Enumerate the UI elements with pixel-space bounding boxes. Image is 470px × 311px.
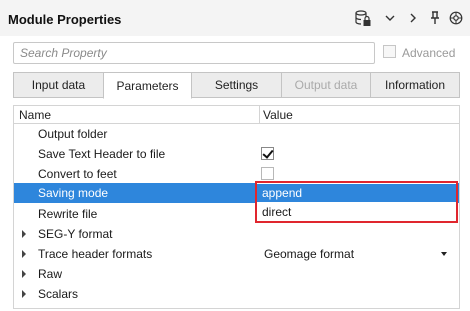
search-input[interactable] xyxy=(14,43,374,63)
property-label: SEG-Y format xyxy=(38,227,113,241)
tab-bar: Input data Parameters Settings Output da… xyxy=(13,72,461,99)
expand-arrow-icon[interactable] xyxy=(22,230,26,238)
save-text-header-checkbox[interactable] xyxy=(261,147,274,160)
tab-parameters[interactable]: Parameters xyxy=(103,72,192,99)
property-label: Saving mode xyxy=(38,186,109,200)
tab-input-data[interactable]: Input data xyxy=(13,72,104,98)
expand-arrow-icon[interactable] xyxy=(22,250,26,258)
advanced-checkbox[interactable] xyxy=(383,45,396,58)
tab-settings[interactable]: Settings xyxy=(191,72,282,98)
column-divider[interactable] xyxy=(259,106,260,123)
tab-output-data: Output data xyxy=(281,72,371,98)
convert-to-feet-checkbox[interactable] xyxy=(261,167,274,180)
property-group-raw[interactable]: Raw xyxy=(14,264,459,284)
property-row-save-text-header[interactable]: Save Text Header to file xyxy=(14,144,459,164)
property-group-trace-header-formats[interactable]: Trace header formats Geomage format xyxy=(14,244,459,264)
property-label: Output folder xyxy=(38,127,108,141)
grid-header: Name Value xyxy=(14,106,459,124)
property-label: Scalars xyxy=(38,287,79,301)
tab-information[interactable]: Information xyxy=(370,72,460,98)
chevron-right-icon[interactable] xyxy=(406,9,420,27)
column-header-value[interactable]: Value xyxy=(263,108,293,122)
expand-arrow-icon[interactable] xyxy=(22,270,26,278)
property-label: Raw xyxy=(38,267,63,281)
property-group-segy-format[interactable]: SEG-Y format xyxy=(14,224,459,244)
advanced-label: Advanced xyxy=(402,46,456,60)
option-append[interactable]: append xyxy=(257,184,456,202)
option-direct[interactable]: direct xyxy=(257,203,456,221)
expand-arrow-icon[interactable] xyxy=(22,290,26,298)
column-header-name[interactable]: Name xyxy=(19,108,51,122)
panel-header: Module Properties xyxy=(0,0,470,36)
saving-mode-dropdown: append direct xyxy=(255,181,458,223)
help-icon[interactable] xyxy=(448,9,464,27)
property-label: Convert to feet xyxy=(38,167,117,181)
property-label: Save Text Header to file xyxy=(38,147,166,161)
property-group-scalars[interactable]: Scalars xyxy=(14,284,459,304)
search-field[interactable] xyxy=(13,42,375,64)
combo-arrow-icon[interactable] xyxy=(441,252,447,256)
chevron-down-icon[interactable] xyxy=(383,9,397,27)
panel-title: Module Properties xyxy=(8,12,122,27)
property-label: Trace header formats xyxy=(38,247,153,261)
pin-icon[interactable] xyxy=(428,9,442,27)
property-row-output-folder[interactable]: Output folder xyxy=(14,124,459,144)
trace-header-format-value[interactable]: Geomage format xyxy=(264,247,354,261)
property-label: Rewrite file xyxy=(38,207,98,221)
database-lock-icon[interactable] xyxy=(352,9,374,27)
